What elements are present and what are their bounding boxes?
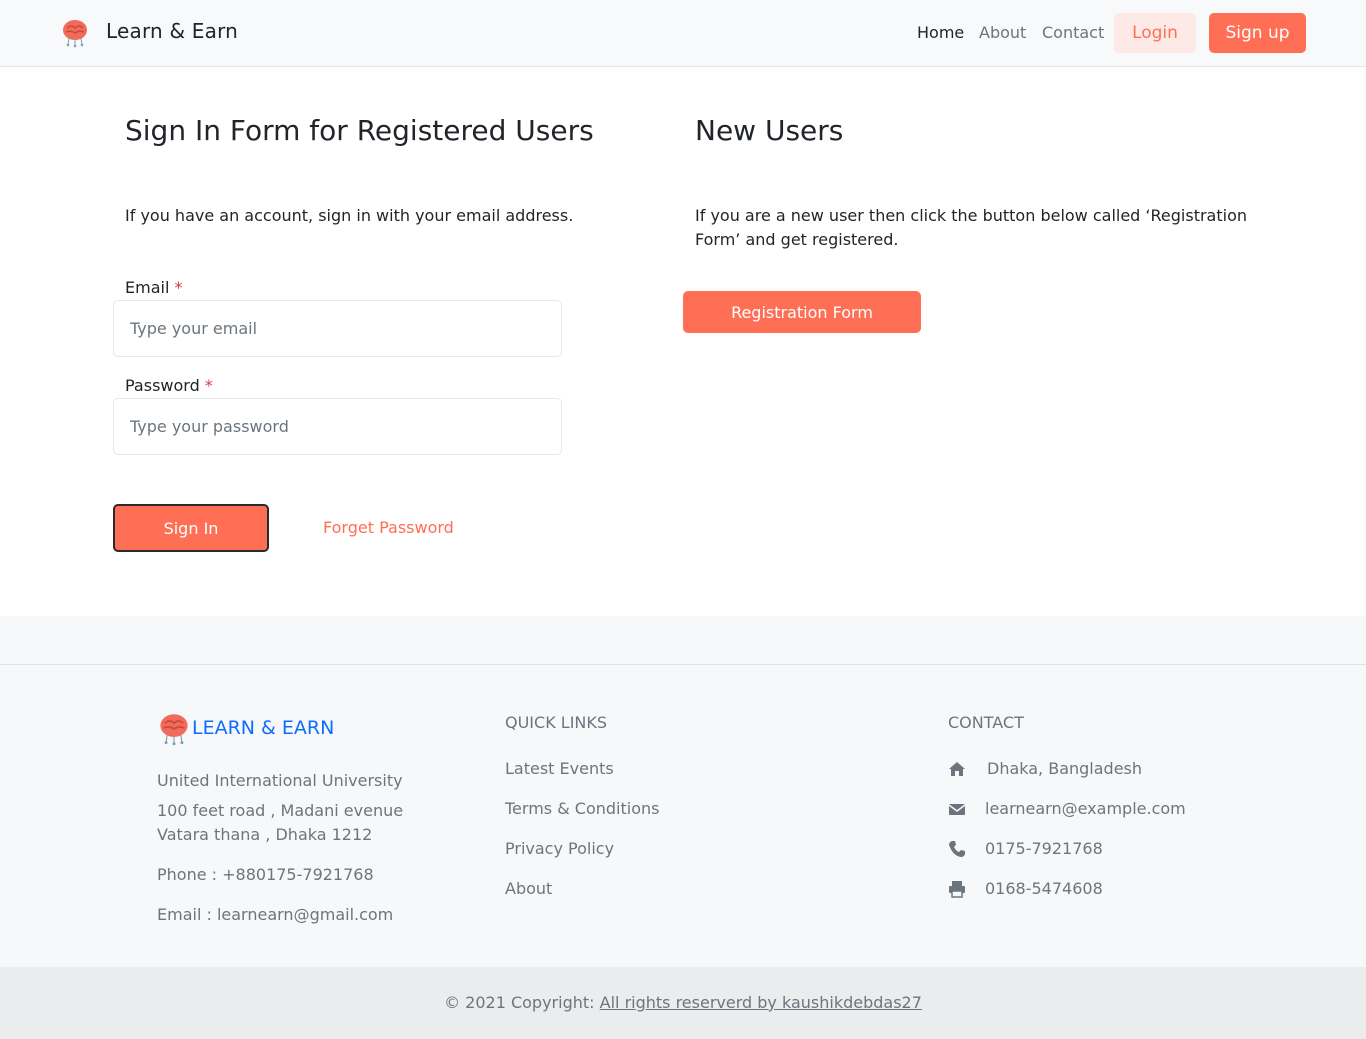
phone-icon xyxy=(949,841,965,857)
signin-description: If you have an account, sign in with you… xyxy=(125,206,574,225)
footer-phone: Phone : +880175-7921768 xyxy=(157,865,374,884)
footer-email: Email : learnearn@gmail.com xyxy=(157,905,394,924)
copyright-bar: © 2021 Copyright: All rights reserverd b… xyxy=(0,967,1366,1039)
printer-icon xyxy=(949,881,965,898)
registration-form-button[interactable]: Registration Form xyxy=(683,291,921,333)
envelope-icon xyxy=(948,804,966,815)
signin-button[interactable]: Sign In xyxy=(113,504,269,552)
home-icon xyxy=(949,762,965,776)
required-marker: * xyxy=(174,278,183,297)
copyright-text: © 2021 Copyright: xyxy=(444,993,595,1012)
email-label-text: Email xyxy=(125,278,170,297)
new-users-description: If you are a new user then click the but… xyxy=(695,206,1247,249)
login-button[interactable]: Login xyxy=(1114,13,1196,53)
footer-divider xyxy=(0,664,1366,665)
nav-link-contact[interactable]: Contact xyxy=(1042,23,1104,42)
footer: LEARN & EARN United International Univer… xyxy=(0,616,1366,967)
contact-fax: 0168-5474608 xyxy=(985,879,1103,898)
footer-address-line2: 100 feet road , Madani evenue xyxy=(157,801,404,820)
quick-links-title: QUICK LINKS xyxy=(505,713,608,732)
required-marker: * xyxy=(204,376,213,395)
signup-button[interactable]: Sign up xyxy=(1209,13,1306,53)
nav-link-home[interactable]: Home xyxy=(917,23,964,42)
contact-email: learnearn@example.com xyxy=(985,799,1186,818)
footer-address-line3: Vatara thana , Dhaka 1212 xyxy=(157,825,373,844)
email-label: Email * xyxy=(125,278,182,297)
copyright-link[interactable]: All rights reserverd by kaushikdebdas27 xyxy=(600,993,922,1012)
email-input[interactable] xyxy=(113,300,562,357)
signin-title: Sign In Form for Registered Users xyxy=(125,114,594,147)
brand-name[interactable]: Learn & Earn xyxy=(106,19,238,43)
navbar: Learn & Earn Home About Contact Login Si… xyxy=(0,0,1366,67)
footer-link-latest-events[interactable]: Latest Events xyxy=(505,759,614,778)
brain-logo-icon[interactable] xyxy=(60,18,90,48)
forget-password-link[interactable]: Forget Password xyxy=(323,518,454,537)
contact-location: Dhaka, Bangladesh xyxy=(987,759,1143,778)
footer-link-about[interactable]: About xyxy=(505,879,552,898)
password-label-text: Password xyxy=(125,376,200,395)
new-users-title: New Users xyxy=(695,114,844,147)
footer-link-privacy[interactable]: Privacy Policy xyxy=(505,839,614,858)
nav-link-about[interactable]: About xyxy=(979,23,1026,42)
footer-address-line1: United International University xyxy=(157,771,403,790)
footer-brand: LEARN & EARN xyxy=(192,717,335,739)
brain-logo-icon xyxy=(160,714,188,746)
password-input[interactable] xyxy=(113,398,562,455)
password-label: Password * xyxy=(125,376,213,395)
contact-phone: 0175-7921768 xyxy=(985,839,1103,858)
contact-title: CONTACT xyxy=(948,713,1024,732)
footer-link-terms[interactable]: Terms & Conditions xyxy=(505,799,659,818)
